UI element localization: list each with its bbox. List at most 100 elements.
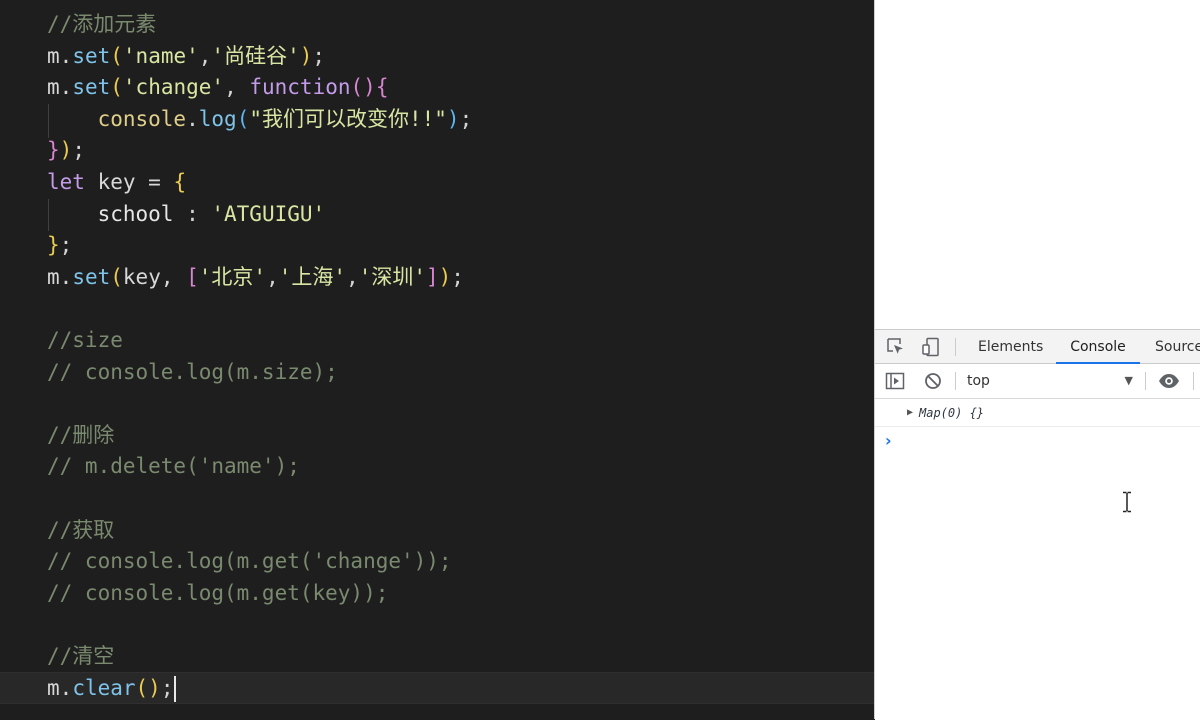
code-token: } (47, 233, 60, 258)
sidebar-toggle-icon[interactable] (885, 371, 905, 391)
console-toolbar: top ▼ (875, 364, 1200, 399)
code-token: //size (47, 328, 123, 352)
code-token: //清空 (47, 644, 115, 668)
code-editor[interactable]: //添加元素 m.set('name','尚硅谷'); m.set('change'… (0, 0, 874, 719)
code-token: key, (122, 264, 187, 289)
code-text: let key = { (47, 166, 186, 198)
code-token: () (135, 675, 161, 700)
code-token: ( (110, 264, 123, 289)
console-prompt-icon[interactable]: › (885, 431, 892, 450)
code-text: // console.log(m.get('change')); (47, 545, 452, 577)
code-token: '上海' (278, 264, 347, 289)
code-token: ; (72, 138, 85, 163)
clear-console-icon[interactable] (923, 371, 943, 391)
inspect-element-icon[interactable] (886, 337, 906, 357)
code-line[interactable]: console.log("我们可以改变你!!"); (0, 103, 874, 135)
code-line[interactable]: //添加元素 (0, 8, 874, 40)
code-token: 'name' (122, 43, 199, 68)
code-token: // console.log(m.get('change')); (47, 549, 452, 574)
code-token: console (97, 106, 187, 131)
code-line-current[interactable]: m.clear(); (0, 671, 874, 704)
code-token: ) (438, 264, 452, 289)
code-token: '北京' (198, 264, 267, 289)
tab-console[interactable]: Console (1056, 330, 1140, 364)
code-line[interactable]: // console.log(m.size); (0, 356, 874, 388)
code-line[interactable]: //清空 (0, 640, 874, 672)
code-token: // m.delete('name'); (47, 454, 300, 479)
code-line[interactable]: //获取 (0, 514, 874, 546)
code-line[interactable]: // m.delete('name'); (0, 450, 874, 482)
code-token: , (224, 75, 250, 100)
code-line[interactable]: m.set('name','尚硅谷'); (0, 40, 874, 72)
code-text: //添加元素 (47, 8, 156, 40)
code-token: ; (312, 43, 326, 68)
code-token: //添加元素 (47, 12, 157, 36)
code-token: school (97, 201, 174, 226)
toolbar-divider (955, 372, 956, 390)
code-line[interactable]: school : 'ATGUIGU' (0, 198, 874, 230)
code-token: set (72, 75, 111, 100)
code-text: school : 'ATGUIGU' (47, 198, 326, 230)
code-token: . (186, 106, 199, 131)
code-token: m (47, 43, 60, 68)
code-token: ; (451, 264, 464, 289)
console-output[interactable]: ▶ Map(0) {} › (875, 399, 1200, 720)
tab-elements[interactable]: Elements (978, 330, 1043, 364)
context-label: top (967, 373, 990, 389)
code-line[interactable]: // console.log(m.get(key)); (0, 577, 874, 609)
code-text: //删除 (47, 419, 114, 451)
code-token: ) (299, 43, 313, 68)
code-token: log (198, 106, 237, 131)
code-line[interactable]: m.set('change', function(){ (0, 71, 874, 103)
expand-triangle-icon[interactable]: ▶ (907, 399, 913, 427)
code-line[interactable]: //size (0, 324, 874, 356)
code-token: m (47, 264, 60, 289)
code-text: m.clear(); (47, 673, 177, 703)
code-token: . (59, 264, 73, 289)
text-caret (174, 675, 177, 702)
code-token: , (198, 43, 212, 68)
code-line[interactable]: m.set(key, ['北京','上海','深圳']); (0, 261, 874, 293)
code-text: console.log("我们可以改变你!!"); (47, 103, 473, 135)
code-token: () (350, 75, 376, 100)
code-text: }; (47, 229, 72, 261)
code-text: // console.log(m.size); (47, 356, 338, 388)
eye-icon[interactable] (1158, 371, 1179, 391)
code-line[interactable]: //删除 (0, 419, 874, 451)
code-line[interactable]: // console.log(m.get('change')); (0, 545, 874, 577)
devtools-tabbar: Elements Console Source (875, 330, 1200, 364)
code-token: m (47, 75, 60, 100)
code-token: ( (110, 75, 123, 100)
code-token: ) (446, 106, 460, 131)
code-line[interactable]: }); (0, 134, 874, 166)
code-text: // m.delete('name'); (47, 450, 300, 482)
devtools-panel: Elements Console Source top ▼ ▶ Map(0) {… (875, 329, 1200, 720)
browser-panel: Elements Console Source top ▼ ▶ Map(0) {… (874, 0, 1200, 720)
device-toolbar-icon[interactable] (921, 337, 941, 357)
code-token: . (59, 675, 73, 700)
code-token: clear (72, 675, 136, 700)
context-selector[interactable]: top ▼ (967, 369, 1133, 393)
toolbar-divider (955, 338, 956, 356)
code-line[interactable]: }; (0, 229, 874, 261)
console-message-text: Map(0) {} (919, 406, 985, 420)
code-token: ( (236, 106, 250, 131)
chevron-down-icon: ▼ (1124, 374, 1133, 387)
code-token: function (249, 75, 351, 100)
code-line[interactable]: let key = { (0, 166, 874, 198)
console-message[interactable]: ▶ Map(0) {} (875, 399, 1200, 427)
code-token: : (173, 201, 212, 226)
code-text: }); (47, 134, 85, 166)
tab-sources[interactable]: Source (1155, 330, 1200, 364)
code-text: //清空 (47, 640, 114, 672)
code-token: ( (110, 43, 123, 68)
code-token: . (59, 43, 73, 68)
code-text: //获取 (47, 514, 114, 546)
code-token: , (346, 264, 359, 289)
code-token: key = (84, 170, 174, 194)
code-text: m.set('change', function(){ (47, 71, 388, 103)
code-text: //size (47, 324, 123, 356)
code-token: } (47, 138, 60, 163)
